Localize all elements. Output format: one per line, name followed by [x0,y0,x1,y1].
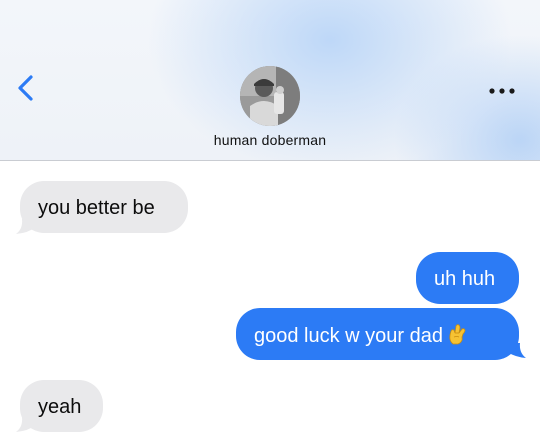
message-bubble-incoming[interactable]: you better be [20,181,188,233]
message-text: yeah [38,396,82,418]
contact-avatar[interactable] [240,66,300,126]
message-text: uh huh [434,268,496,290]
message-text: you better be [38,197,155,219]
more-options-button[interactable] [480,78,524,104]
chevron-left-icon [18,75,33,101]
conversation-header: human doberman [0,0,540,161]
ellipsis-icon [489,88,515,94]
message-bubble-incoming[interactable]: yeah [20,380,103,432]
avatar-photo [240,66,300,126]
contact-name[interactable]: human doberman [0,132,540,148]
message-thread: you better be uh huh good luck w your da… [0,161,540,445]
message-text: good luck w your dad [254,325,444,347]
back-button[interactable] [10,66,44,110]
message-bubble-outgoing[interactable]: good luck w your dad [236,308,519,360]
crossed-fingers-icon [449,324,466,345]
message-bubble-outgoing[interactable]: uh huh [416,252,519,304]
